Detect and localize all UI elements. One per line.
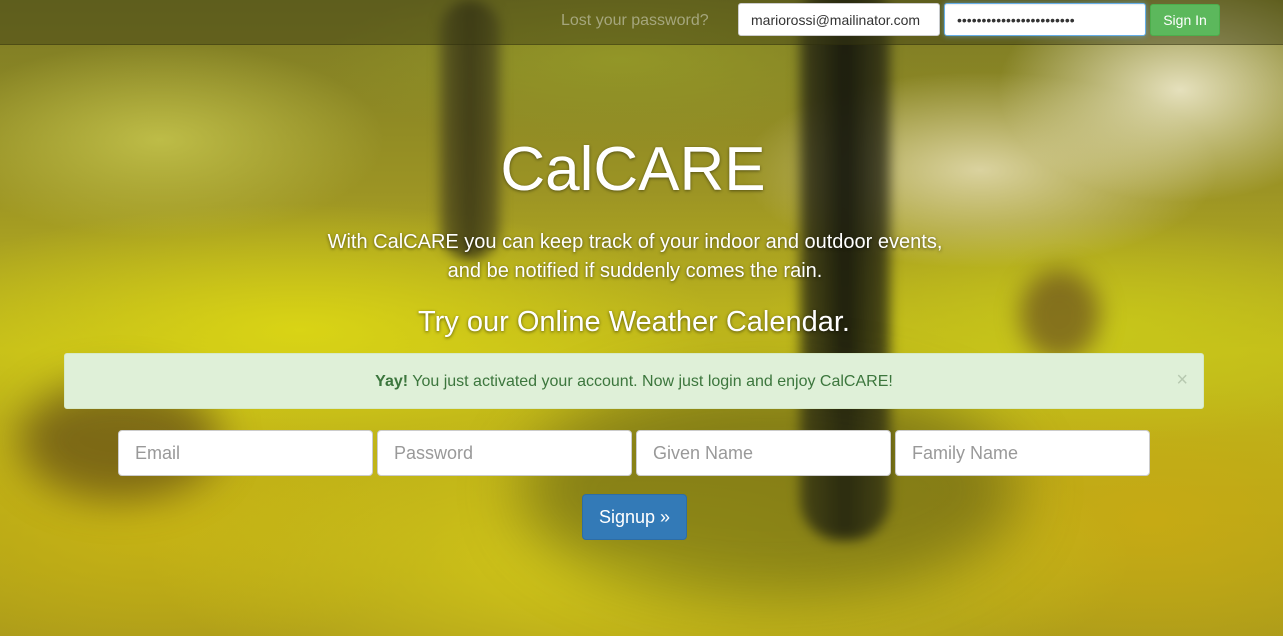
signup-given-name-input[interactable] [636, 430, 891, 476]
lost-password-link[interactable]: Lost your password? [561, 12, 709, 30]
signup-password-input[interactable] [377, 430, 632, 476]
signup-email-input[interactable] [118, 430, 373, 476]
success-alert: Yay! You just activated your account. No… [64, 353, 1204, 409]
hero-tagline: Try our Online Weather Calendar. [418, 306, 850, 338]
alert-message: You just activated your account. Now jus… [408, 373, 893, 390]
login-email-input[interactable] [738, 3, 940, 36]
hero-subtitle-line: With CalCARE you can keep track of your … [327, 231, 943, 253]
signup-button[interactable]: Signup » [582, 494, 687, 540]
login-password-input[interactable] [944, 3, 1146, 36]
hero-subtitle: With CalCARE you can keep track of your … [0, 228, 1270, 286]
alert-strong-text: Yay! [375, 373, 409, 390]
signup-family-name-input[interactable] [895, 430, 1150, 476]
close-icon[interactable]: × [1176, 354, 1188, 406]
sign-in-button[interactable]: Sign In [1150, 4, 1220, 36]
page-title: CalCARE [500, 135, 766, 204]
background-shadow [520, 380, 1020, 600]
top-navbar: Lost your password? Sign In [0, 0, 1283, 45]
hero-subtitle-line: and be notified if suddenly comes the ra… [447, 260, 823, 282]
